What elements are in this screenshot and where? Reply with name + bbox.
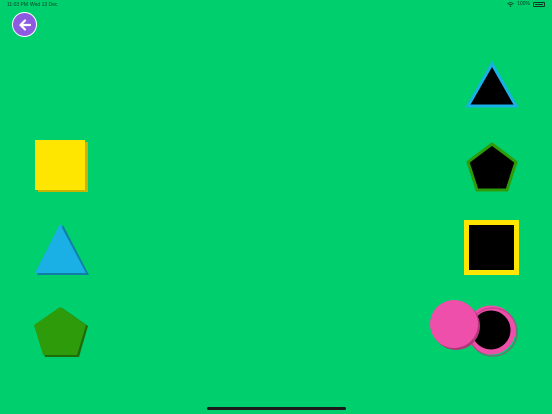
battery-icon [533,1,545,7]
battery-percent: 100% [517,1,530,7]
status-date: Wed 13 Dec [30,2,58,8]
wifi-icon [507,1,514,7]
status-bar: 11:03 PM Wed 13 Dec 100% [0,0,552,10]
status-right: 100% [507,1,545,7]
back-button[interactable] [12,12,37,37]
blue-triangle-piece[interactable] [33,222,91,276]
arrow-left-icon [18,18,31,31]
pentagon-slot [466,142,518,192]
home-indicator[interactable] [207,407,346,410]
square-slot [464,220,519,275]
triangle-slot [465,60,519,108]
pink-circle-piece[interactable] [428,298,482,352]
yellow-square-piece[interactable] [33,138,89,194]
green-pentagon-piece[interactable] [33,305,91,359]
status-time: 11:03 PM [7,2,29,8]
